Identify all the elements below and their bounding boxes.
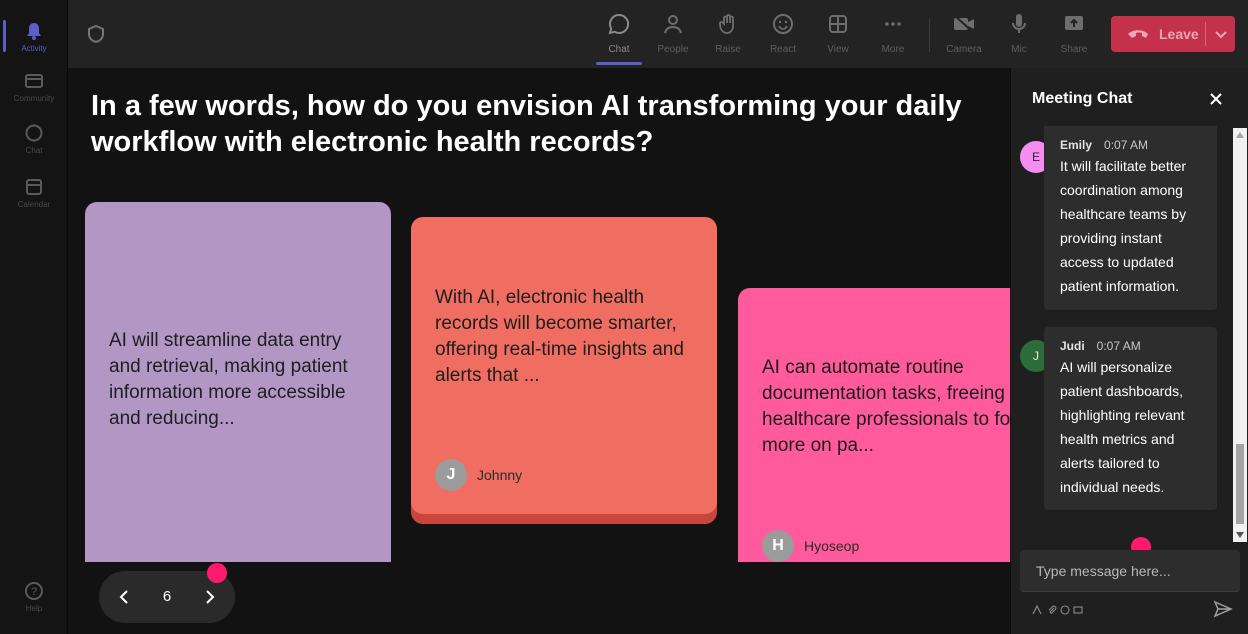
camera-button[interactable]: Camera: [937, 10, 991, 60]
raise-button-label: Raise: [715, 44, 741, 55]
shield-icon[interactable]: [86, 24, 106, 44]
message-time: 0:07 AM: [1104, 138, 1149, 152]
chat-message-list[interactable]: E Emily 0:07 AM It will facilitate bette…: [1011, 126, 1235, 542]
calendar-icon: [23, 176, 45, 198]
view-button[interactable]: View: [811, 10, 865, 60]
response-text: AI will streamline data entry and retrie…: [109, 330, 348, 429]
mic-button[interactable]: Mic: [992, 10, 1046, 60]
microphone-icon: [1007, 12, 1031, 36]
avatar: H: [762, 530, 794, 562]
smiley-icon: [771, 12, 795, 36]
mic-button-label: Mic: [1011, 44, 1027, 55]
view-button-label: View: [827, 44, 849, 55]
hang-up-icon: [1127, 28, 1149, 40]
sender-name: Judi: [1060, 339, 1085, 353]
rail-item-label: Calendar: [17, 199, 51, 209]
share-screen-icon: [1062, 12, 1086, 36]
chat-scrollbar[interactable]: [1233, 128, 1247, 542]
people-button[interactable]: People: [646, 10, 700, 60]
leave-button[interactable]: Leave: [1111, 16, 1235, 52]
app-rail: Activity Community Chat Calendar ? Help: [0, 0, 68, 634]
close-icon[interactable]: [1207, 90, 1225, 108]
active-tab-indicator: [596, 62, 642, 65]
response-card[interactable]: AI can automate routine documentation ta…: [738, 288, 1010, 562]
author-name: Johnny: [477, 467, 523, 483]
page-number: 6: [162, 588, 172, 605]
camera-off-icon: [952, 12, 976, 36]
question-title: In a few words, how do you envision AI t…: [91, 90, 962, 158]
meeting-chat-panel: Meeting Chat E Emily 0:07 AM It will fac…: [1010, 68, 1248, 634]
chevron-right-icon[interactable]: [197, 585, 221, 609]
share-button[interactable]: Share: [1047, 10, 1101, 60]
emoji-icon[interactable]: [1060, 602, 1070, 615]
message-time: 0:07 AM: [1096, 339, 1141, 353]
response-card[interactable]: AI will streamline data entry and retrie…: [85, 202, 391, 562]
chat-bubble-icon: [607, 12, 631, 36]
toolbar-divider: [929, 18, 930, 52]
bell-icon: [23, 20, 45, 42]
message-input[interactable]: [1020, 550, 1240, 592]
send-icon[interactable]: [1213, 600, 1233, 618]
avatar: J: [435, 459, 467, 491]
chat-message: Emily 0:07 AM It will facilitate better …: [1044, 126, 1217, 310]
response-card[interactable]: With AI, electronic health records will …: [411, 217, 717, 514]
chat-button[interactable]: Chat: [592, 10, 646, 60]
scroll-down-arrow[interactable]: [1236, 532, 1244, 538]
rail-item-chat[interactable]: Chat: [0, 112, 68, 164]
leave-divider: [1205, 22, 1206, 46]
avatar-initial: J: [1033, 349, 1039, 363]
chat-message: Judi 0:07 AM AI will personalize patient…: [1044, 327, 1217, 510]
chevron-down-icon[interactable]: [1211, 24, 1231, 44]
response-text: With AI, electronic health records will …: [435, 287, 684, 386]
leave-button-label: Leave: [1159, 26, 1199, 42]
rail-item-help[interactable]: ? Help: [0, 570, 68, 622]
response-text: AI can automate routine documentation ta…: [762, 357, 1010, 456]
rail-item-label: Chat: [25, 145, 43, 155]
community-icon: [23, 70, 45, 92]
svg-text:?: ?: [31, 586, 37, 598]
react-button-label: React: [769, 44, 797, 55]
rail-item-label: Help: [25, 603, 43, 613]
react-button[interactable]: React: [756, 10, 810, 60]
rail-item-activity[interactable]: Activity: [0, 10, 68, 62]
people-button-label: People: [657, 44, 689, 55]
notification-dot: [207, 563, 227, 583]
grid-icon: [826, 12, 850, 36]
sender-name: Emily: [1060, 138, 1093, 152]
author-name: Hyoseop: [804, 538, 860, 554]
chat-icon: [23, 122, 45, 144]
message-compose[interactable]: [1020, 550, 1240, 592]
gif-icon[interactable]: [1073, 602, 1083, 614]
help-icon: ?: [23, 580, 45, 602]
more-button[interactable]: More: [866, 10, 920, 60]
card-author: H Hyoseop: [762, 530, 859, 562]
chevron-left-icon[interactable]: [113, 585, 137, 609]
format-icon[interactable]: [1032, 602, 1042, 615]
message-text: It will facilitate better coordination a…: [1060, 158, 1187, 294]
scroll-up-arrow[interactable]: [1236, 132, 1244, 138]
share-button-label: Share: [1060, 44, 1088, 55]
raise-hand-button[interactable]: Raise: [701, 10, 755, 60]
ellipsis-icon: [881, 12, 905, 36]
card-author: J Johnny: [435, 459, 522, 491]
rail-item-calendar[interactable]: Calendar: [0, 166, 68, 218]
message-text: AI will personalize patient dashboards, …: [1060, 359, 1185, 495]
attach-icon[interactable]: [1047, 602, 1057, 614]
chat-button-label: Chat: [608, 44, 630, 55]
chat-title: Meeting Chat: [1032, 90, 1133, 107]
hand-icon: [716, 12, 740, 36]
more-button-label: More: [881, 44, 905, 55]
meeting-toolbar: Chat People Raise React View More Camera…: [68, 0, 1248, 68]
scroll-thumb[interactable]: [1236, 444, 1244, 524]
rail-item-community[interactable]: Community: [0, 60, 68, 112]
person-icon: [661, 12, 685, 36]
camera-button-label: Camera: [946, 44, 982, 55]
avatar-initial: E: [1031, 150, 1040, 164]
rail-item-label: Community: [13, 93, 55, 103]
rail-item-label: Activity: [21, 43, 47, 53]
presentation-stage: In a few words, how do you envision AI t…: [68, 68, 1010, 634]
